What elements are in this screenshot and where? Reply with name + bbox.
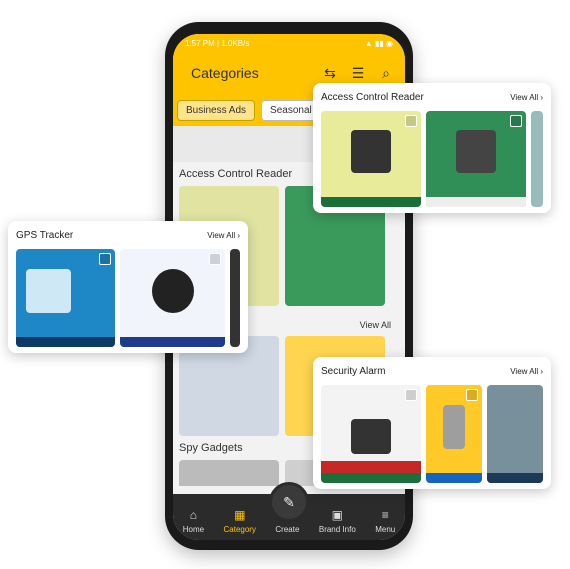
status-time: 1:57 PM | 1.0KB/s: [185, 38, 250, 48]
view-all-label: View All: [510, 92, 539, 102]
thumbnail[interactable]: [120, 249, 226, 347]
thumbnail[interactable]: [230, 249, 240, 347]
card-thumbs: [16, 249, 240, 347]
device-image: [351, 130, 392, 174]
thumb-footer: [16, 337, 116, 347]
thumbnail[interactable]: [426, 385, 483, 483]
thumb-footer: [487, 473, 543, 483]
home-icon: ⌂: [189, 508, 198, 522]
card-thumbs: [321, 385, 543, 483]
view-all-link[interactable]: View All ›: [510, 367, 543, 376]
chip-business-ads[interactable]: Business Ads: [177, 99, 256, 121]
card-title: Access Control Reader: [321, 91, 424, 103]
search-icon[interactable]: ⌕: [377, 64, 395, 82]
bookmark-icon[interactable]: [466, 389, 479, 401]
bookmark-icon[interactable]: [209, 253, 222, 265]
nav-menu[interactable]: ≡ Menu: [375, 508, 395, 534]
card-title: GPS Tracker: [16, 229, 74, 241]
thumb-footer: [321, 473, 422, 483]
thumb-banner: [321, 461, 422, 473]
grid-icon: ▦: [234, 508, 246, 522]
status-bar: 1:57 PM | 1.0KB/s ▲ ▮▮ ◉: [173, 34, 405, 52]
nav-brand-info[interactable]: ▣ Brand Info: [319, 508, 356, 534]
thumb-footer: [426, 197, 527, 207]
thumbnail[interactable]: [487, 385, 543, 483]
bookmark-icon[interactable]: [510, 115, 523, 127]
view-all-link[interactable]: View All: [360, 320, 391, 330]
thumb-footer: [120, 337, 226, 347]
card-gps-tracker: GPS Tracker View All ›: [8, 221, 248, 353]
nav-category[interactable]: ▦ Category: [224, 508, 256, 534]
thumbnail[interactable]: [179, 460, 279, 486]
nav-home[interactable]: ⌂ Home: [183, 508, 204, 534]
thumb-footer: [426, 473, 483, 483]
thumbnail[interactable]: [321, 111, 422, 207]
device-image: [25, 268, 71, 313]
menu-icon: ≡: [381, 508, 389, 522]
device-image: [442, 404, 466, 449]
status-icons: ▲ ▮▮ ◉: [364, 38, 393, 48]
page-title: Categories: [191, 65, 259, 81]
device-image: [351, 419, 392, 454]
stage: 1:57 PM | 1.0KB/s ▲ ▮▮ ◉ Categories ⇆ ☰ …: [0, 0, 570, 569]
bookmark-icon[interactable]: [405, 389, 418, 401]
filter-icon[interactable]: ☰: [349, 64, 367, 82]
bookmark-icon[interactable]: [99, 253, 112, 265]
thumbnail[interactable]: [16, 249, 116, 347]
card-title: Security Alarm: [321, 365, 386, 377]
view-all-link[interactable]: View All ›: [510, 93, 543, 102]
thumbnail[interactable]: [531, 111, 543, 207]
device-image: [151, 268, 194, 313]
briefcase-icon: ▣: [331, 508, 343, 522]
nav-label: Menu: [375, 525, 396, 534]
nav-label: Home: [182, 525, 205, 534]
bookmark-icon[interactable]: [405, 115, 418, 127]
card-thumbs: [321, 111, 543, 207]
thumb-footer: [321, 197, 422, 207]
thumbnail[interactable]: [321, 385, 422, 483]
device-image: [456, 130, 497, 174]
view-all-label: View All: [510, 366, 539, 376]
card-security-alarm: Security Alarm View All ›: [313, 357, 551, 489]
thumbnail[interactable]: [426, 111, 527, 207]
translate-icon[interactable]: ⇆: [321, 64, 339, 82]
nav-label: Category: [223, 525, 256, 534]
nav-label: Brand Info: [318, 525, 356, 534]
view-all-label: View All: [207, 230, 236, 240]
card-access-control: Access Control Reader View All ›: [313, 83, 551, 213]
view-all-link[interactable]: View All ›: [207, 231, 240, 240]
nav-label: Create: [275, 525, 300, 534]
create-pencil-button[interactable]: ✎: [269, 482, 309, 522]
